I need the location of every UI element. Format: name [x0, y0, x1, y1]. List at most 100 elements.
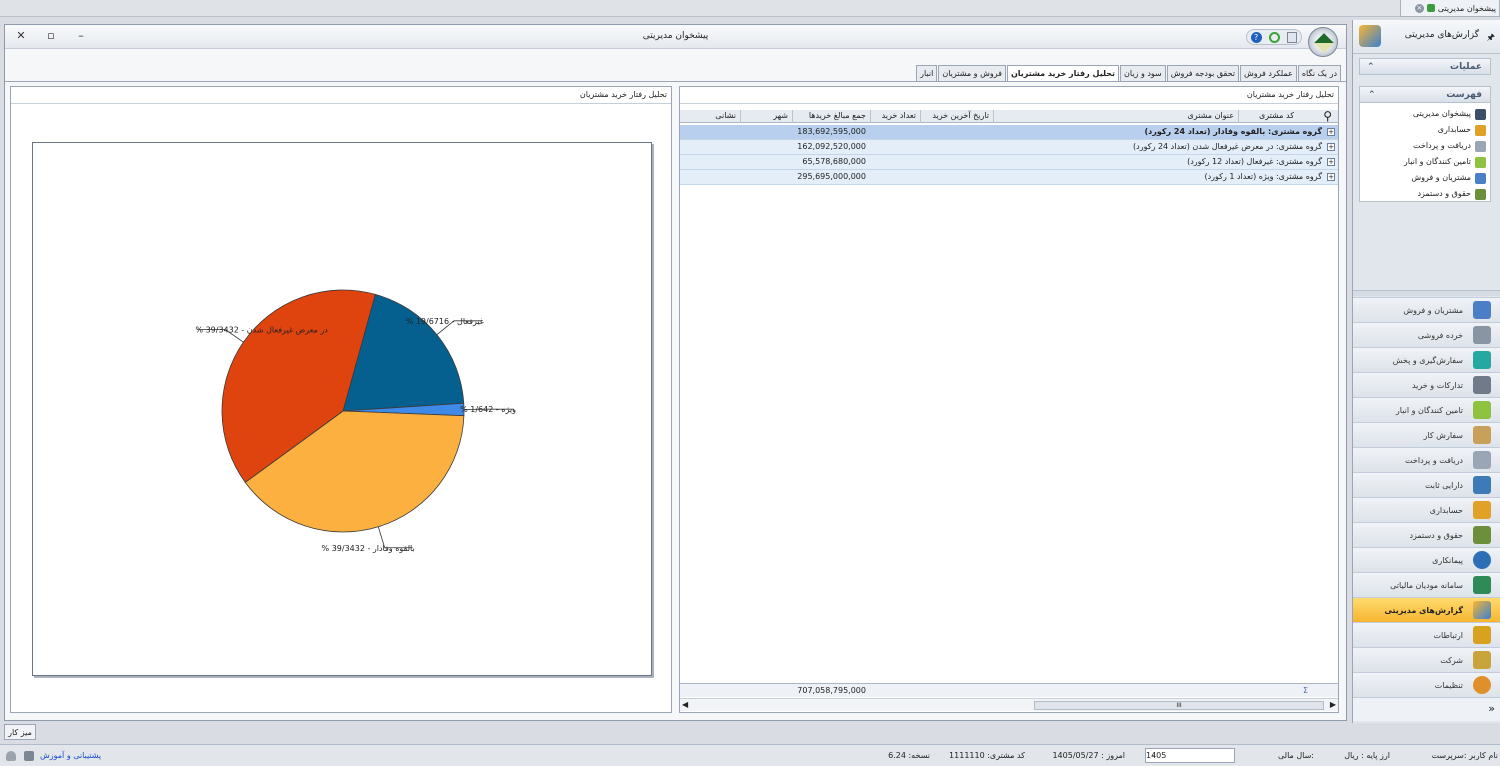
tab-overview[interactable]: در یک نگاه [1297, 65, 1341, 81]
col-address[interactable]: نشانی [680, 110, 740, 123]
list-item-payroll[interactable]: حقوق و دستمزد [1417, 186, 1486, 202]
desk-tab[interactable]: میز کار [4, 724, 36, 740]
window-title: پیشخوان مدیریتی [642, 31, 709, 41]
fiscal-year-select[interactable]: 1405 - [1145, 748, 1235, 763]
refresh-icon[interactable] [1268, 31, 1280, 43]
nav-fixed-assets[interactable]: دارایی ثابت [1353, 472, 1500, 497]
nav-contracting[interactable]: پیمانکاری [1353, 547, 1500, 572]
company-icon [1473, 651, 1491, 669]
grid-panel-title: تحلیل رفتار خرید مشتریان [680, 87, 1338, 104]
operations-section[interactable]: عملیات ⌃ [1359, 58, 1491, 75]
nav-communications[interactable]: ارتباطات [1353, 622, 1500, 647]
col-last-purchase[interactable]: تاریخ آخرین خرید [920, 110, 993, 123]
nav-label: سامانه مودیان مالیاتی [1390, 580, 1463, 590]
list-item-payments[interactable]: دریافت و پرداخت [1413, 138, 1486, 154]
horizontal-scrollbar[interactable]: ◀ ▶ III [680, 698, 1338, 711]
list-item-accounting[interactable]: حسابداری [1438, 122, 1486, 138]
search-icon[interactable]: ⚲ [1323, 109, 1332, 123]
pie-slice-label: ویژه - 1/642 % [460, 405, 516, 414]
nav-label: سفارش‌گیری و پخش [1392, 355, 1463, 365]
col-city[interactable]: شهر [740, 110, 792, 123]
row-group-label: گروه مشتری: بالقوه وفادار (تعداد 24 رکور… [1144, 127, 1322, 136]
table-row[interactable]: + گروه مشتری: در معرض غیرفعال شدن (تعداد… [680, 140, 1338, 155]
scroll-right-icon[interactable]: ▶ [1330, 700, 1336, 709]
sidebar: 🖈 گزارش‌های مدیریتی عملیات ⌃ فهرست ⌃ پیشخو… [1352, 20, 1500, 723]
nav-label: تنظیمات [1434, 680, 1463, 690]
list-item-label: تامین کنندگان و انبار [1403, 157, 1471, 166]
pin-icon[interactable]: 🖈 [1487, 30, 1495, 46]
close-icon[interactable]: × [1414, 3, 1424, 13]
splitter[interactable] [1353, 290, 1500, 296]
operations-header[interactable]: عملیات ⌃ [1359, 58, 1491, 75]
collapse-up-icon[interactable]: ⌃ [1367, 59, 1375, 75]
nav-suppliers[interactable]: تامین کنندگان و انبار [1353, 397, 1500, 422]
assets-icon [1473, 476, 1491, 494]
tab-sales-performance[interactable]: عملکرد فروش [1239, 65, 1297, 81]
sigma-icon: Σ [1302, 686, 1308, 695]
expand-icon[interactable]: + [1327, 143, 1335, 151]
help-icon[interactable]: ? [1250, 31, 1262, 43]
collapse-up-icon[interactable]: ⌃ [1368, 87, 1376, 103]
nav-label: دارایی ثابت [1424, 480, 1463, 490]
status-today: امروز : 1405/05/27 [1052, 751, 1125, 760]
tab-warehouse[interactable]: انبار [916, 65, 938, 81]
operations-label: عملیات [1450, 62, 1482, 72]
nav-accounting[interactable]: حسابداری [1353, 497, 1500, 522]
nav-settings[interactable]: تنظیمات [1353, 672, 1500, 697]
scroll-thumb[interactable]: III [1034, 701, 1324, 710]
grid-header: ⚲ کد مشتری عنوان مشتری تاریخ آخرین خرید … [680, 109, 1338, 123]
payments-icon [1475, 140, 1486, 152]
edit-icon[interactable] [1287, 31, 1298, 43]
nav-payroll[interactable]: حقوق و دستمزد [1353, 522, 1500, 547]
tab-sales-budget[interactable]: تحقق بودجه فروش [1166, 65, 1239, 81]
scroll-left-icon[interactable]: ◀ [682, 700, 688, 709]
nav-label: پیمانکاری [1432, 555, 1463, 565]
expand-icon[interactable]: + [1327, 173, 1335, 181]
col-customer-title[interactable]: عنوان مشتری [993, 110, 1238, 123]
support-link[interactable]: پشتیبانی و آموزش [40, 749, 101, 763]
top-tab-label: پیشخوان مدیریتی [1437, 3, 1496, 13]
fiscal-year-value: 1405 [1146, 751, 1167, 760]
list-item-customers[interactable]: مشتریان و فروش [1411, 170, 1486, 186]
calculator-icon[interactable] [24, 751, 34, 761]
list-item-label: پیشخوان مدیریتی [1412, 109, 1471, 118]
expand-icon[interactable]: + [1327, 128, 1335, 136]
chevron-down-icon[interactable]: - [1152, 749, 1155, 763]
list-header[interactable]: فهرست ⌃ [1359, 86, 1491, 103]
table-row[interactable]: + گروه مشتری: بالقوه وفادار (تعداد 24 رک… [680, 125, 1338, 140]
col-customer-code[interactable]: کد مشتری [1238, 110, 1298, 123]
header-tools: ? [1246, 29, 1302, 45]
expand-icon[interactable]: » [1488, 702, 1495, 715]
pie-chart: غیرفعال - 19/6716 % ویژه - 1/642 % بالقوه … [195, 289, 516, 553]
col-total-amount[interactable]: جمع مبالغ خریدها [792, 110, 870, 123]
nav-tax-system[interactable]: سامانه مودیان مالیاتی [1353, 572, 1500, 597]
tab-profit-loss[interactable]: سود و زیان [1120, 65, 1166, 81]
nav-payments[interactable]: دریافت و پرداخت [1353, 447, 1500, 472]
tab-sales-customers[interactable]: فروش و مشتریان [938, 65, 1006, 81]
table-row[interactable]: + گروه مشتری: ویژه (تعداد 1 رکورد) 295,6… [680, 170, 1338, 185]
nav-company[interactable]: شرکت [1353, 647, 1500, 672]
row-amount: 295,695,000,000 [797, 172, 866, 181]
nav-sales-customers[interactable]: مشتریان و فروش [1353, 297, 1500, 322]
tab-customer-behavior[interactable]: تحلیل رفتار خرید مشتریان [1006, 65, 1119, 81]
pie-slice-label: بالقوه وفادار - 39/3432 % [322, 544, 415, 553]
col-purchase-count[interactable]: تعداد خرید [870, 110, 920, 123]
list-item-dashboard[interactable]: پیشخوان مدیریتی [1413, 106, 1486, 122]
nav-label: خرده فروشی [1417, 330, 1463, 340]
nav-label: شرکت [1440, 655, 1463, 665]
expand-icon[interactable]: + [1327, 158, 1335, 166]
nav-work-orders[interactable]: سفارش کار [1353, 422, 1500, 447]
nav-procurement[interactable]: تدارکات و خرید [1353, 372, 1500, 397]
nav-retail[interactable]: خرده فروشی [1353, 322, 1500, 347]
top-tab[interactable]: پیشخوان مدیریتی × [1400, 0, 1500, 17]
list-item-suppliers[interactable]: تامین کنندگان و انبار [1404, 154, 1486, 170]
suppliers-icon [1473, 401, 1491, 419]
sidebar-header: 🖈 گزارش‌های مدیریتی [1353, 20, 1500, 54]
pie-slice-label: در معرض غیرفعال شدن - 39/3432 % [195, 326, 328, 335]
nav-orders[interactable]: سفارش‌گیری و پخش [1353, 347, 1500, 372]
table-row[interactable]: + گروه مشتری: غیرفعال (تعداد 12 رکورد) 6… [680, 155, 1338, 170]
status-user: نام کاربر :سرپرست [1431, 751, 1498, 760]
nav-management-reports[interactable]: گزارش‌های مدیریتی [1353, 597, 1500, 622]
bell-icon[interactable] [6, 751, 16, 761]
row-group-label: گروه مشتری: ویژه (تعداد 1 رکورد) [1204, 172, 1322, 181]
